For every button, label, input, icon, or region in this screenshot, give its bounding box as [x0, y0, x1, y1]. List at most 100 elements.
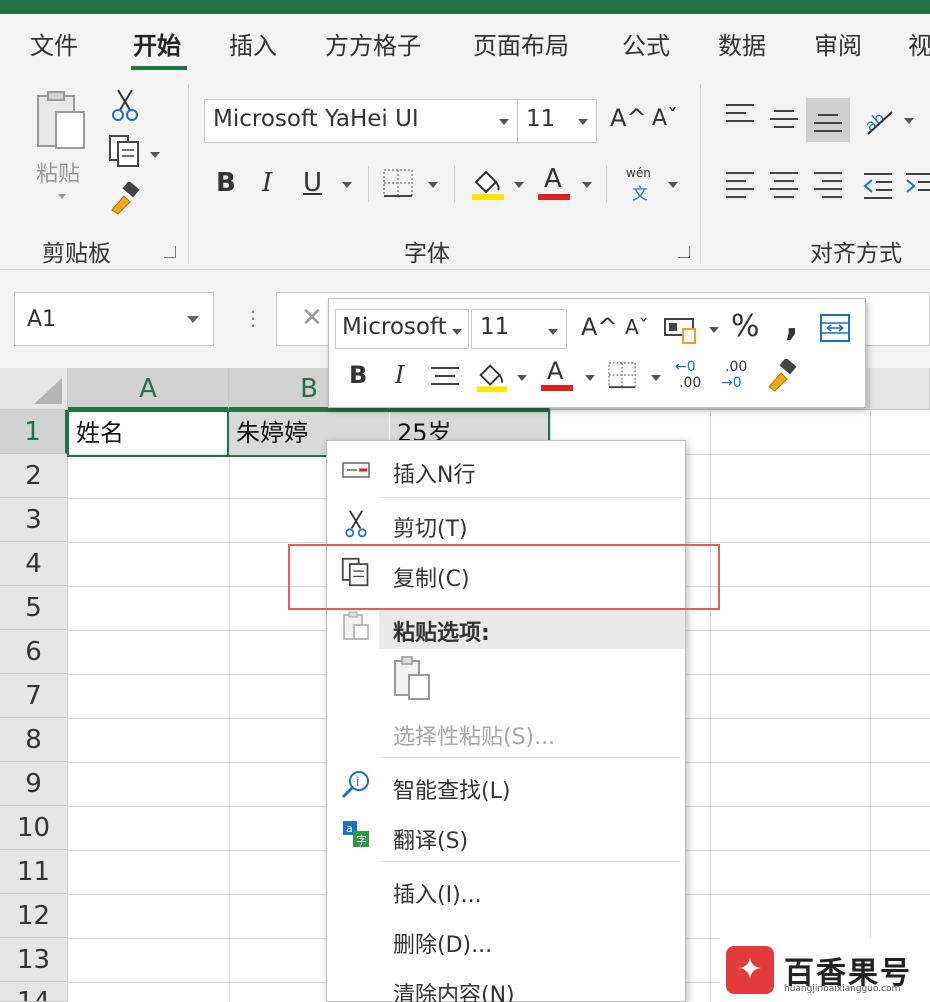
menu-item-insert-rows[interactable]: 插入N行 — [393, 457, 475, 489]
borders-icon[interactable] — [382, 168, 416, 198]
row-header[interactable]: 7 — [0, 674, 68, 718]
row-header[interactable]: 8 — [0, 718, 68, 762]
row-header[interactable]: 14 — [0, 982, 68, 1002]
select-all-triangle-icon — [34, 378, 62, 404]
align-top-icon[interactable] — [726, 104, 754, 128]
underline-dropdown-icon[interactable] — [342, 182, 352, 188]
phonetic-button[interactable]: wén 文 — [624, 166, 660, 203]
copy-icon[interactable] — [108, 134, 142, 168]
mini-fill-dropdown-icon[interactable] — [517, 375, 527, 381]
mini-borders-icon[interactable] — [607, 361, 639, 389]
fill-color-icon[interactable] — [470, 166, 506, 200]
align-middle-icon[interactable] — [770, 110, 798, 134]
column-header-a[interactable]: A — [68, 368, 229, 410]
font-dialog-launcher[interactable] — [678, 246, 690, 258]
row-header[interactable]: 3 — [0, 498, 68, 542]
menu-item-cut[interactable]: 剪切(T) — [393, 511, 468, 543]
tab-home[interactable]: 开始 — [133, 26, 181, 61]
name-box[interactable]: A1 — [14, 292, 214, 346]
align-right-icon[interactable] — [814, 172, 842, 204]
phonetic-dropdown-icon[interactable] — [668, 182, 678, 188]
align-left-icon[interactable] — [726, 172, 754, 204]
mini-font-color-button[interactable]: A — [541, 357, 575, 395]
mini-shrink-font-button[interactable]: Aˇ — [625, 315, 649, 339]
tab-view[interactable]: 视 — [908, 26, 930, 61]
row-header[interactable]: 4 — [0, 542, 68, 586]
format-painter-icon[interactable] — [108, 182, 142, 216]
copy-dropdown-icon[interactable] — [150, 152, 160, 158]
mini-fill-color-icon[interactable] — [475, 359, 509, 393]
title-bar-strip — [0, 0, 930, 14]
more-options-icon[interactable]: ⋮ — [243, 306, 263, 330]
tab-file[interactable]: 文件 — [30, 26, 78, 61]
paste-default-icon[interactable] — [393, 655, 433, 701]
font-name-combo[interactable]: Microsoft YaHei UI — [204, 99, 518, 143]
fill-color-dropdown-icon[interactable] — [514, 182, 524, 188]
font-color-button[interactable]: A — [538, 164, 572, 202]
row-header[interactable]: 11 — [0, 850, 68, 894]
mini-bold-button[interactable]: B — [349, 361, 367, 389]
row-header[interactable]: 2 — [0, 454, 68, 498]
mini-grow-font-button[interactable]: A^ — [581, 313, 618, 341]
row-header[interactable]: 9 — [0, 762, 68, 806]
ribbon-tab-bar: 文件 开始 插入 方方格子 页面布局 公式 数据 审阅 视 — [0, 14, 930, 74]
align-center-icon[interactable] — [770, 172, 798, 204]
font-color-dropdown-icon[interactable] — [582, 182, 592, 188]
italic-button[interactable]: I — [262, 168, 272, 198]
align-bottom-button[interactable] — [806, 98, 850, 142]
tab-formulas[interactable]: 公式 — [622, 26, 670, 61]
watermark-logo-icon: ✦ — [726, 946, 774, 994]
menu-item-clear-contents[interactable]: 清除内容(N) — [393, 977, 515, 1002]
mini-font-size-combo[interactable]: 11 — [471, 309, 567, 349]
mini-borders-dropdown-icon[interactable] — [651, 375, 661, 381]
clipboard-dialog-launcher[interactable] — [164, 246, 176, 258]
row-header[interactable]: 13 — [0, 938, 68, 982]
increase-indent-icon[interactable] — [904, 170, 930, 200]
mini-italic-button[interactable]: I — [395, 361, 404, 389]
merge-center-icon[interactable] — [819, 313, 851, 343]
menu-item-paste-special[interactable]: 选择性粘贴(S)... — [393, 719, 555, 751]
decrease-decimal-bottom: →0 — [721, 375, 742, 391]
watermark-url: huangjinbaixiangguo.com — [784, 984, 901, 994]
cut-icon[interactable] — [110, 88, 140, 122]
row-header[interactable]: 12 — [0, 894, 68, 938]
mini-font-name-combo[interactable]: Microsoft — [335, 309, 469, 349]
paste-options-header: 粘贴选项: — [379, 609, 685, 649]
borders-dropdown-icon[interactable] — [428, 182, 438, 188]
increase-decimal-bottom: .00 — [679, 375, 702, 391]
menu-separator — [381, 861, 681, 862]
number-format-dropdown-icon[interactable] — [709, 327, 719, 333]
shrink-font-button[interactable]: Aˇ — [652, 106, 678, 131]
percent-style-button[interactable]: % — [731, 309, 760, 344]
menu-item-smart-lookup[interactable]: 智能查找(L) — [393, 773, 510, 805]
menu-item-translate[interactable]: 翻译(S) — [393, 823, 468, 855]
tab-data[interactable]: 数据 — [718, 26, 766, 61]
tab-page-layout[interactable]: 页面布局 — [473, 26, 569, 61]
column-header-f[interactable] — [870, 368, 930, 410]
bold-button[interactable]: B — [216, 168, 236, 198]
mini-font-color-dropdown-icon[interactable] — [585, 375, 595, 381]
comma-style-button[interactable]: , — [785, 303, 799, 344]
menu-item-delete[interactable]: 删除(D)... — [393, 927, 492, 959]
paste-button[interactable]: 粘贴 — [30, 90, 94, 202]
tab-insert[interactable]: 插入 — [229, 26, 277, 61]
tab-fangfang[interactable]: 方方格子 — [325, 26, 421, 61]
increase-decimal-button[interactable]: ←0 .00 — [675, 359, 709, 395]
tab-review[interactable]: 审阅 — [814, 26, 862, 61]
grow-font-button[interactable]: A^ — [610, 104, 647, 132]
orientation-dropdown-icon[interactable] — [904, 118, 914, 124]
orientation-icon[interactable]: ab — [862, 104, 898, 138]
cancel-icon[interactable]: ✕ — [301, 303, 323, 333]
decrease-decimal-button[interactable]: .00 →0 — [721, 359, 755, 395]
row-header[interactable]: 1 — [0, 410, 68, 454]
underline-button[interactable]: U — [303, 168, 322, 198]
row-header[interactable]: 10 — [0, 806, 68, 850]
font-size-combo[interactable]: 11 — [517, 99, 597, 143]
menu-item-insert[interactable]: 插入(I)... — [393, 877, 482, 909]
row-header[interactable]: 5 — [0, 586, 68, 630]
decrease-indent-icon[interactable] — [862, 170, 894, 200]
mini-format-painter-icon[interactable] — [765, 359, 799, 393]
mini-center-icon[interactable] — [431, 367, 459, 391]
number-format-icon[interactable] — [663, 315, 699, 345]
row-header[interactable]: 6 — [0, 630, 68, 674]
